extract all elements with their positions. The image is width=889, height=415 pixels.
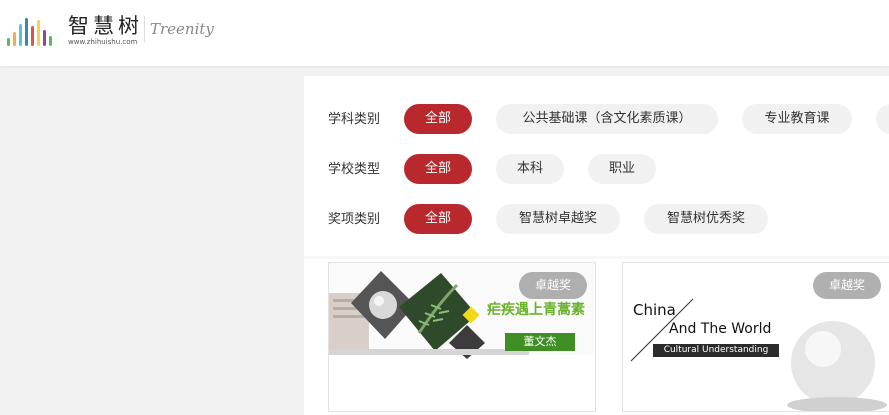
- course-title-line1: China: [633, 301, 676, 319]
- filter-row-school: 学校类型 全部 本科 职业: [304, 154, 889, 186]
- chip-subject-all[interactable]: 全部: [404, 104, 472, 134]
- chip-award-outstanding[interactable]: 智慧树优秀奖: [644, 204, 768, 234]
- course-title: 疟疾遇上青蒿素: [487, 302, 585, 318]
- logo[interactable]: [7, 14, 52, 46]
- chip-subject-more[interactable]: [876, 104, 889, 134]
- logo-english: Treenity: [150, 20, 214, 38]
- course-cards: 疟疾遇上青蒿素 董文杰 卓越奖 China And The World Cult…: [304, 259, 889, 415]
- chip-school-undergrad[interactable]: 本科: [496, 154, 564, 184]
- chip-school-all[interactable]: 全部: [404, 154, 472, 184]
- award-badge: 卓越奖: [519, 272, 587, 299]
- site-header: 智慧树 www.zhihuishu.com Treenity: [0, 0, 889, 66]
- course-author: 董文杰: [505, 333, 575, 351]
- chip-school-vocational[interactable]: 职业: [588, 154, 656, 184]
- course-title-line2: And The World: [669, 321, 772, 337]
- logo-text[interactable]: 智慧树 www.zhihuishu.com: [68, 14, 143, 47]
- chip-award-excellence[interactable]: 智慧树卓越奖: [496, 204, 620, 234]
- course-card[interactable]: 疟疾遇上青蒿素 董文杰 卓越奖: [328, 262, 596, 412]
- award-badge: 卓越奖: [813, 272, 881, 299]
- course-card[interactable]: China And The World Cultural Understandi…: [622, 262, 889, 412]
- chip-award-all[interactable]: 全部: [404, 204, 472, 234]
- chip-subject-public[interactable]: 公共基础课（含文化素质课）: [496, 104, 718, 134]
- logo-bars-icon: [7, 16, 52, 46]
- filter-label-school: 学校类型: [328, 162, 381, 177]
- chip-subject-professional[interactable]: 专业教育课: [742, 104, 852, 134]
- course-subtitle: Cultural Understanding: [653, 344, 779, 357]
- logo-name: 智慧树: [68, 14, 143, 38]
- filter-label-award: 奖项类别: [328, 212, 381, 227]
- logo-divider: [144, 16, 145, 42]
- filter-row-award: 奖项类别 全部 智慧树卓越奖 智慧树优秀奖: [304, 204, 889, 236]
- filter-label-subject: 学科类别: [328, 112, 381, 127]
- filter-row-subject: 学科类别 全部 公共基础课（含文化素质课） 专业教育课: [304, 104, 889, 136]
- logo-url: www.zhihuishu.com: [68, 38, 138, 46]
- filter-panel: 学科类别 全部 公共基础课（含文化素质课） 专业教育课 学校类型 全部 本科 职…: [304, 76, 889, 256]
